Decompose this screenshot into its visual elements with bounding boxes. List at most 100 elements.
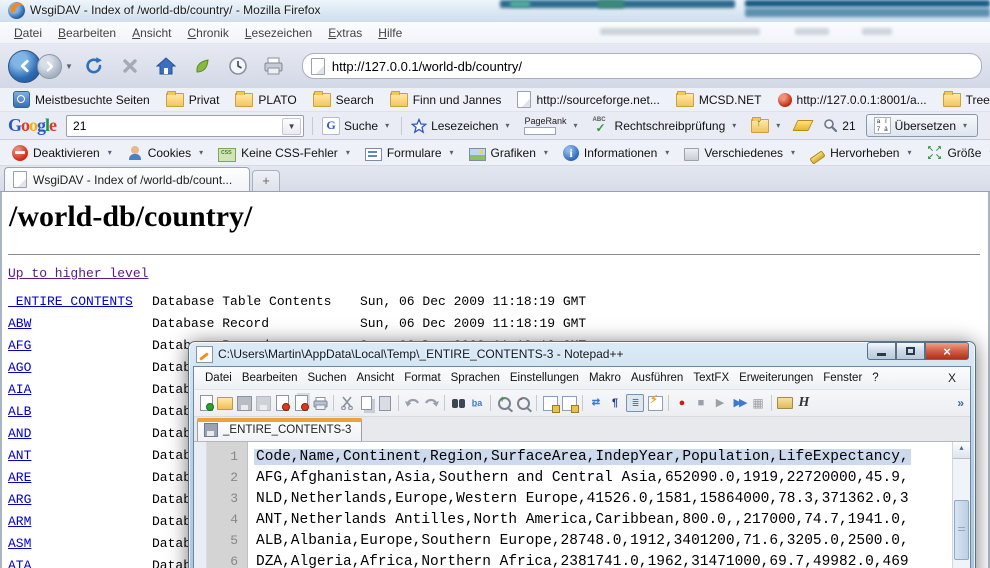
webdev-information[interactable]: Informationen▾ xyxy=(557,143,678,163)
webdev-outline[interactable]: Hervorheben▾ xyxy=(804,144,920,162)
indent-guide-button[interactable]: ≣ xyxy=(626,394,644,412)
webdev-css[interactable]: Keine CSS-Fehler▾ xyxy=(212,144,359,162)
scrollbar-up-icon[interactable]: ▲ xyxy=(953,442,970,459)
copy-button[interactable] xyxy=(358,395,374,411)
forward-button[interactable] xyxy=(37,54,62,79)
entry-link[interactable]: ENTIRE CONTENTS xyxy=(8,294,152,309)
translate-button[interactable]: aï7ä Übersetzen ▾ xyxy=(866,114,978,137)
toolbar-overflow-icon[interactable]: » xyxy=(957,396,966,410)
show-all-chars-button[interactable]: ¶ xyxy=(607,395,623,411)
webdev-disable[interactable]: Deaktivieren▾ xyxy=(6,143,121,163)
np-menu-textfx[interactable]: TextFX xyxy=(688,370,734,386)
history-dropdown-caret-icon[interactable]: ▼ xyxy=(65,62,73,71)
bookmark-folder-search[interactable]: Search xyxy=(306,91,381,109)
macro-save-button[interactable]: ▦ xyxy=(750,395,766,411)
entry-link[interactable]: ASM xyxy=(8,536,152,551)
undo-button[interactable] xyxy=(404,395,420,411)
macro-stop-button[interactable]: ■ xyxy=(693,395,709,411)
menu-hilfe[interactable]: Hilfe xyxy=(370,24,410,42)
zoom-in-button[interactable]: + xyxy=(496,395,512,411)
line-text[interactable]: AFG,Afghanistan,Asia,Southern and Centra… xyxy=(254,470,911,486)
cut-button[interactable] xyxy=(339,395,355,411)
macro-record-button[interactable]: ● xyxy=(674,395,690,411)
np-menu-ausfuehren[interactable]: Ausführen xyxy=(626,370,688,386)
webdev-images[interactable]: Grafiken▾ xyxy=(463,144,557,162)
np-menu-bearbeiten[interactable]: Bearbeiten xyxy=(237,370,303,386)
up-to-higher-level-link[interactable]: Up to higher level xyxy=(8,266,148,281)
maximize-button[interactable] xyxy=(896,342,925,360)
entry-link[interactable]: ABW xyxy=(8,316,152,331)
close-all-button[interactable] xyxy=(293,395,309,411)
home-button[interactable] xyxy=(153,53,179,79)
entry-link[interactable]: AFG xyxy=(8,338,152,353)
google-search-input[interactable]: 21 ▼ xyxy=(66,115,304,137)
editor-scrollbar[interactable]: ▲ xyxy=(952,442,970,568)
document-tab[interactable]: _ENTIRE_CONTENTS-3 xyxy=(197,418,362,441)
notepadpp-window[interactable]: C:\Users\Martin\AppData\Local\Temp\_ENTI… xyxy=(188,341,976,568)
webdev-cookies[interactable]: Cookies▾ xyxy=(121,143,212,163)
macro-multi-run-button[interactable]: ▶▶ xyxy=(731,395,747,411)
function-completion-button[interactable]: ⚡︎ xyxy=(647,395,663,411)
save-all-button[interactable] xyxy=(255,395,271,411)
entry-link[interactable]: ARG xyxy=(8,492,152,507)
bookmark-folder-finn-und-jannes[interactable]: Finn und Jannes xyxy=(383,91,509,109)
menu-bearbeiten[interactable]: Bearbeiten xyxy=(50,24,124,42)
sync-vertical-button[interactable] xyxy=(542,395,558,411)
live-bookmark-button[interactable] xyxy=(189,53,215,79)
entry-link[interactable]: ALB xyxy=(8,404,152,419)
autofill-button[interactable]: ▾ xyxy=(745,117,789,135)
zoom-out-button[interactable]: - xyxy=(515,395,531,411)
np-menu-makro[interactable]: Makro xyxy=(584,370,626,386)
notepadpp-titlebar[interactable]: C:\Users\Martin\AppData\Local\Temp\_ENTI… xyxy=(193,342,971,366)
url-text[interactable]: http://127.0.0.1/world-db/country/ xyxy=(332,59,522,74)
np-menu-einstellungen[interactable]: Einstellungen xyxy=(505,370,584,386)
bookmark-most-visited[interactable]: Meistbesuchte Seiten xyxy=(6,89,157,110)
menu-extras[interactable]: Extras xyxy=(320,24,370,42)
search-dropdown-caret-icon[interactable]: ▼ xyxy=(282,118,301,135)
new-tab-button[interactable]: + xyxy=(252,170,280,191)
entry-link[interactable]: ANT xyxy=(8,448,152,463)
line-text[interactable]: NLD,Netherlands,Europe,Western Europe,41… xyxy=(254,491,911,507)
np-menu-erweiterungen[interactable]: Erweiterungen xyxy=(734,370,818,386)
editor-area[interactable]: 1Code,Name,Continent,Region,SurfaceArea,… xyxy=(194,442,970,568)
print-button[interactable] xyxy=(261,53,287,79)
entry-link[interactable]: ARE xyxy=(8,470,152,485)
line-text[interactable]: ALB,Albania,Europe,Southern Europe,28748… xyxy=(254,533,911,549)
bookmark-folder-tree-samples[interactable]: Tree Samples xyxy=(936,91,990,109)
reload-button[interactable] xyxy=(81,53,107,79)
np-menu-datei[interactable]: Datei xyxy=(200,370,237,386)
bookmark-folder-mcsd[interactable]: MCSD.NET xyxy=(669,91,769,109)
close-document-button[interactable]: X xyxy=(940,369,964,387)
paste-button[interactable] xyxy=(377,395,393,411)
np-menu-suchen[interactable]: Suchen xyxy=(302,370,351,386)
scrollbar-thumb[interactable] xyxy=(954,500,969,560)
np-menu-ansicht[interactable]: Ansicht xyxy=(352,370,400,386)
np-menu-sprachen[interactable]: Sprachen xyxy=(446,370,505,386)
word-find-button[interactable]: 21 xyxy=(817,116,861,135)
open-file-button[interactable] xyxy=(217,395,233,411)
bookmark-localhost-8001[interactable]: http://127.0.0.1:8001/a... xyxy=(771,91,934,109)
webdev-resize[interactable]: ↖↗↙↘Größe▾ xyxy=(920,143,990,163)
menu-ansicht[interactable]: Ansicht xyxy=(124,24,179,42)
menu-datei[interactable]: Datei xyxy=(6,24,50,42)
line-text[interactable]: ANT,Netherlands Antilles,North America,C… xyxy=(254,512,911,528)
spellcheck-button[interactable]: Rechtschreibprüfung▾ xyxy=(587,116,746,136)
np-menu-format[interactable]: Format xyxy=(399,370,445,386)
menu-lesezeichen[interactable]: Lesezeichen xyxy=(237,24,320,42)
url-bar[interactable]: http://127.0.0.1/world-db/country/ xyxy=(302,53,982,79)
sync-horizontal-button[interactable] xyxy=(561,395,577,411)
bookmark-folder-privat[interactable]: Privat xyxy=(159,91,227,109)
np-menu-fenster[interactable]: Fenster xyxy=(818,370,867,386)
webdev-miscellaneous[interactable]: Verschiedenes▾ xyxy=(678,144,804,162)
entry-link[interactable]: AND xyxy=(8,426,152,441)
entry-link[interactable]: AIA xyxy=(8,382,152,397)
stop-button[interactable] xyxy=(117,53,143,79)
line-text[interactable]: Code,Name,Continent,Region,SurfaceArea,I… xyxy=(254,449,911,465)
minimize-button[interactable] xyxy=(867,342,896,360)
pagerank-button[interactable]: PageRank ▾ xyxy=(518,115,586,137)
close-button[interactable]: × xyxy=(925,342,969,360)
history-button[interactable] xyxy=(225,53,251,79)
google-search-button[interactable]: GSuche▾ xyxy=(316,115,398,137)
line-text[interactable]: DZA,Algeria,Africa,Northern Africa,23817… xyxy=(254,554,911,568)
textfx-button[interactable] xyxy=(777,395,793,411)
